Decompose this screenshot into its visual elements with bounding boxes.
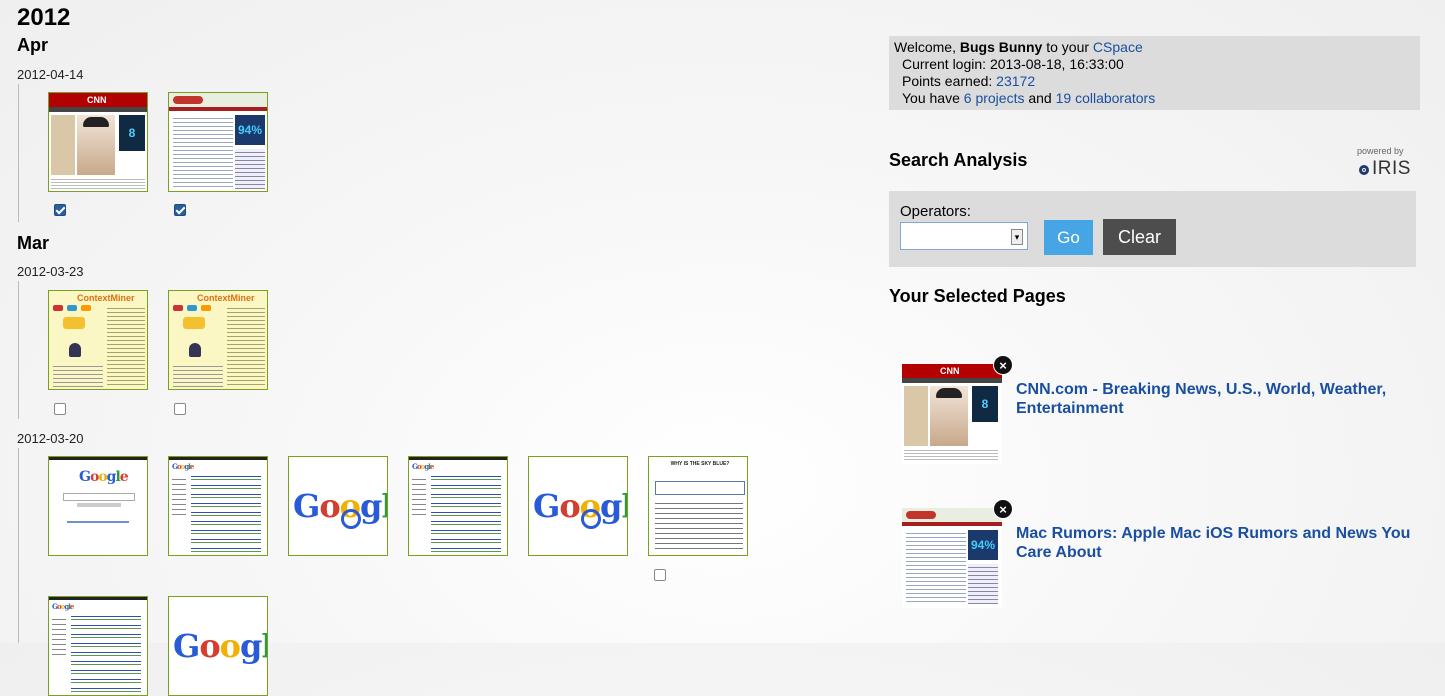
page-thumbnail-google-logo[interactable]: Google bbox=[288, 456, 388, 556]
select-checkbox[interactable] bbox=[174, 204, 186, 216]
date-label-2012-03-20: 2012-03-20 bbox=[17, 431, 84, 446]
page-thumbnail-google-results[interactable]: Google bbox=[408, 456, 508, 556]
page-thumbnail-google-results[interactable]: Google bbox=[48, 596, 148, 696]
date-group-line bbox=[18, 448, 19, 643]
points-link[interactable]: 23172 bbox=[996, 73, 1035, 89]
select-checkbox[interactable] bbox=[54, 403, 66, 415]
go-button[interactable]: Go bbox=[1044, 220, 1093, 255]
page-thumbnail-google-results[interactable]: Google bbox=[168, 456, 268, 556]
select-checkbox[interactable] bbox=[174, 403, 186, 415]
page-thumbnail-contextminer[interactable]: ContextMiner bbox=[168, 290, 268, 390]
welcome-panel: Welcome, Bugs Bunny to your CSpace Curre… bbox=[889, 36, 1420, 110]
selected-page-title-link[interactable]: Mac Rumors: Apple Mac iOS Rumors and New… bbox=[1016, 524, 1426, 562]
search-analysis-heading: Search Analysis bbox=[889, 150, 1028, 170]
projects-link[interactable]: 6 projects bbox=[964, 90, 1025, 106]
magnifier-icon bbox=[581, 509, 601, 529]
current-login-label: Current login: bbox=[902, 56, 990, 72]
selected-page-thumbnail-macrumors[interactable]: 94% bbox=[902, 508, 1002, 608]
iris-icon bbox=[1359, 165, 1369, 175]
select-checkbox[interactable] bbox=[654, 569, 666, 581]
page-thumbnail-macrumors[interactable]: 94% bbox=[168, 92, 268, 192]
select-checkbox[interactable] bbox=[54, 204, 66, 216]
year-heading: 2012 bbox=[17, 4, 71, 31]
powered-by-label: powered by bbox=[1357, 146, 1404, 156]
page-thumbnail-google-home[interactable]: Google bbox=[48, 456, 148, 556]
welcome-prefix: Welcome, bbox=[894, 39, 960, 55]
date-group-line bbox=[18, 84, 19, 222]
have-label: You have bbox=[902, 90, 964, 106]
remove-close-icon[interactable]: × bbox=[993, 355, 1013, 375]
iris-logo: IRIS bbox=[1359, 158, 1411, 180]
page-thumbnail-google-logo[interactable]: Google bbox=[528, 456, 628, 556]
page-thumbnail-google-logo[interactable]: Google bbox=[168, 596, 268, 696]
current-login-value: 2013-08-18, 16:33:00 bbox=[989, 56, 1124, 72]
month-heading-mar: Mar bbox=[17, 233, 50, 253]
magnifier-icon bbox=[341, 509, 361, 529]
dropdown-arrow-icon[interactable]: ▾ bbox=[1011, 229, 1023, 245]
page-thumbnail-cnn[interactable]: CNN 8 bbox=[48, 92, 148, 192]
selected-pages-heading: Your Selected Pages bbox=[889, 286, 1066, 306]
month-heading-apr: Apr bbox=[17, 35, 48, 55]
points-label: Points earned: bbox=[902, 73, 997, 89]
collaborators-link[interactable]: 19 collaborators bbox=[1056, 90, 1156, 106]
clear-button[interactable]: Clear bbox=[1103, 219, 1176, 255]
page-thumbnail-contextminer[interactable]: ContextMiner bbox=[48, 290, 148, 390]
page-thumbnail-why-sky-blue[interactable]: WHY IS THE SKY BLUE? bbox=[648, 456, 748, 556]
cspace-link[interactable]: CSpace bbox=[1093, 39, 1143, 55]
date-label-2012-04-14: 2012-04-14 bbox=[17, 67, 84, 82]
operators-label: Operators: bbox=[900, 203, 971, 220]
remove-close-icon[interactable]: × bbox=[993, 499, 1013, 519]
and-label: and bbox=[1024, 90, 1056, 106]
selected-page-title-link[interactable]: CNN.com - Breaking News, U.S., World, We… bbox=[1016, 380, 1426, 418]
welcome-middle: to your bbox=[1042, 39, 1093, 55]
selected-page-thumbnail-cnn[interactable]: CNN 8 bbox=[902, 364, 1002, 464]
date-label-2012-03-23: 2012-03-23 bbox=[17, 264, 84, 279]
operators-panel: Operators: ▾ Go Clear bbox=[889, 191, 1416, 267]
user-name: Bugs Bunny bbox=[959, 39, 1043, 55]
date-group-line bbox=[18, 281, 19, 419]
operators-select[interactable]: ▾ bbox=[900, 222, 1028, 250]
